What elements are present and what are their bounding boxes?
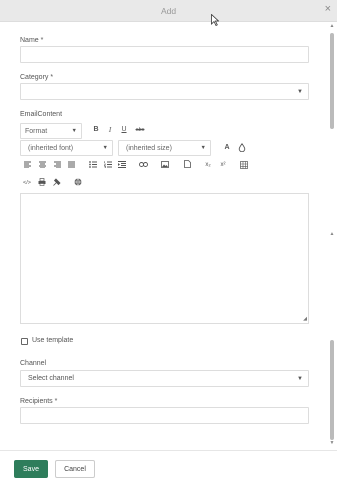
strikethrough-button[interactable]: abc <box>134 126 146 134</box>
chevron-down-icon: ▼ <box>200 145 206 151</box>
scrollbar-thumb-top[interactable] <box>330 33 334 129</box>
chevron-down-icon: ▼ <box>71 128 77 134</box>
channel-select-value: Select channel <box>28 375 74 382</box>
italic-button[interactable]: I <box>106 126 114 134</box>
scrollbar-thumb-bottom[interactable] <box>330 340 334 440</box>
use-template-checkbox[interactable] <box>21 338 28 345</box>
link-icon[interactable] <box>139 161 148 168</box>
email-content-editor[interactable]: ◢ <box>20 193 309 324</box>
name-label: Name * <box>20 37 44 44</box>
clean-format-icon[interactable] <box>53 178 61 186</box>
use-template-label: Use template <box>32 337 74 344</box>
dialog-titlebar: Add × <box>0 0 337 22</box>
align-center-icon[interactable] <box>39 161 46 168</box>
bold-button[interactable]: B <box>92 126 100 134</box>
scroll-down-icon[interactable]: ▼ <box>329 441 335 446</box>
form-scroll-area[interactable]: Name * Category * ▼ EmailContent Format … <box>0 22 337 449</box>
resize-handle-icon[interactable]: ◢ <box>303 316 307 322</box>
recipients-input[interactable] <box>20 407 309 424</box>
dialog-title: Add <box>160 6 177 16</box>
save-button[interactable]: Save <box>14 460 48 478</box>
dialog-footer: Save Cancel <box>0 450 337 488</box>
vertical-scrollbar[interactable]: ▲ ▲ ▼ <box>329 22 335 449</box>
font-color-button[interactable]: A <box>223 144 231 152</box>
table-icon[interactable] <box>240 161 248 169</box>
recipients-label: Recipients * <box>20 398 58 405</box>
font-size-select[interactable]: (inherited size) ▼ <box>118 140 211 156</box>
email-content-label: EmailContent <box>20 111 63 118</box>
channel-label: Channel <box>20 360 47 367</box>
align-left-icon[interactable] <box>24 161 31 168</box>
superscript-button[interactable]: x² <box>218 161 228 169</box>
indent-icon[interactable] <box>118 161 126 168</box>
scroll-up-icon[interactable]: ▲ <box>329 232 335 237</box>
chevron-down-icon: ▼ <box>102 145 108 151</box>
chevron-down-icon: ▼ <box>297 89 303 95</box>
bullet-list-icon[interactable] <box>89 161 97 168</box>
font-family-select[interactable]: (inherited font) ▼ <box>20 140 113 156</box>
globe-icon[interactable] <box>74 178 82 186</box>
underline-button[interactable]: U <box>120 126 128 134</box>
cancel-button[interactable]: Cancel <box>55 460 95 478</box>
channel-select[interactable]: Select channel ▼ <box>20 370 309 387</box>
scroll-up-icon[interactable]: ▲ <box>329 24 335 29</box>
category-label: Category * <box>20 74 54 81</box>
font-size-value: (inherited size) <box>126 144 172 152</box>
category-select[interactable]: ▼ <box>20 83 309 100</box>
name-input[interactable] <box>20 46 309 63</box>
source-code-button[interactable]: </> <box>22 179 32 187</box>
numbered-list-icon[interactable] <box>104 161 112 168</box>
format-select-value: Format <box>25 127 48 135</box>
justify-icon[interactable] <box>68 161 75 168</box>
align-right-icon[interactable] <box>54 161 61 168</box>
chevron-down-icon: ▼ <box>297 376 303 382</box>
font-family-value: (inherited font) <box>28 144 74 152</box>
file-icon[interactable] <box>184 160 191 168</box>
format-select[interactable]: Format ▼ <box>20 123 82 139</box>
subscript-button[interactable]: x₂ <box>203 161 213 169</box>
close-icon[interactable]: × <box>325 4 331 15</box>
highlight-icon[interactable] <box>238 143 246 152</box>
image-icon[interactable] <box>161 161 169 168</box>
print-icon[interactable] <box>38 178 46 186</box>
